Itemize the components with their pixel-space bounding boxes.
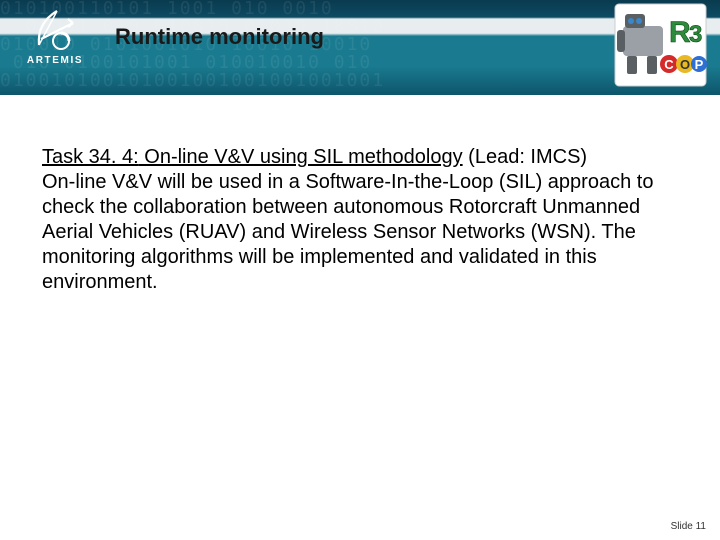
svg-text:O: O: [680, 57, 690, 72]
svg-text:P: P: [695, 57, 704, 72]
task-name: On-line V&V using SIL methodology: [139, 146, 463, 168]
r3-text: R: [669, 16, 691, 49]
task-heading: Task 34. 4: On-line V&V using SIL method…: [42, 145, 678, 170]
artemis-logo-text: ARTEMIS: [27, 55, 83, 66]
title-area: Runtime monitoring: [115, 24, 324, 50]
task-body: On-line V&V will be used in a Software-I…: [42, 170, 678, 295]
svg-text:C: C: [664, 57, 674, 72]
artemis-bow-icon: [31, 5, 79, 53]
slide-title: Runtime monitoring: [115, 24, 324, 50]
header-band: 010100110101 1001 010 0010 01001 010 010…: [0, 0, 720, 95]
task-label: Task 34. 4:: [42, 146, 139, 168]
task-lead: (Lead: IMCS): [463, 146, 587, 168]
slide-number: Slide 11: [671, 521, 706, 532]
r3cop-logo: R 3 C O P: [613, 2, 708, 88]
header-binary-decor: 010100110101 1001 010 0010 01001 010 010…: [0, 0, 720, 95]
artemis-logo: ARTEMIS: [10, 5, 100, 90]
slide-content: Task 34. 4: On-line V&V using SIL method…: [0, 95, 720, 315]
svg-text:3: 3: [689, 21, 702, 48]
